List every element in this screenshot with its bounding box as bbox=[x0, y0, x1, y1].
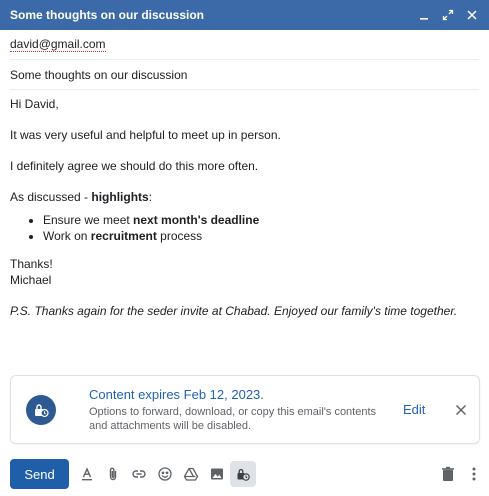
discussed-bold: highlights bbox=[91, 190, 149, 204]
close-icon[interactable] bbox=[449, 398, 473, 422]
bullet-bold: recruitment bbox=[90, 229, 157, 243]
expand-icon[interactable] bbox=[437, 4, 459, 26]
window-title: Some thoughts on our discussion bbox=[10, 8, 205, 22]
to-field[interactable]: david@gmail.com bbox=[10, 30, 479, 60]
list-item: Ensure we meet next month's deadline bbox=[43, 212, 480, 228]
expiry-description: Options to forward, download, or copy th… bbox=[89, 405, 377, 432]
edit-button[interactable]: Edit bbox=[403, 402, 443, 417]
bullet-prefix: Ensure we meet bbox=[43, 213, 134, 227]
insert-photo-icon[interactable] bbox=[204, 461, 230, 487]
body-line-1: It was very useful and helpful to meet u… bbox=[10, 128, 281, 142]
compose-toolbar: Send bbox=[0, 456, 489, 492]
insert-emoji-icon[interactable] bbox=[152, 461, 178, 487]
discussed-prefix: As discussed - bbox=[10, 190, 92, 204]
send-button[interactable]: Send bbox=[10, 459, 69, 489]
expiry-headline: Content expires Feb 12, 2023. bbox=[89, 386, 264, 402]
confidential-mode-icon[interactable] bbox=[230, 461, 256, 487]
signoff: Thanks! bbox=[10, 257, 53, 271]
discussed-line: As discussed - highlights: bbox=[10, 189, 480, 205]
subject-field[interactable]: Some thoughts on our discussion bbox=[10, 60, 479, 90]
list-item: Work on recruitment process bbox=[43, 228, 480, 244]
bullet-prefix: Work on bbox=[43, 229, 91, 243]
confidential-mode-banner: Content expires Feb 12, 2023. Options to… bbox=[10, 375, 480, 444]
subject-input[interactable]: Some thoughts on our discussion bbox=[10, 68, 187, 82]
signature: Thanks! Michael bbox=[10, 256, 480, 288]
formatting-options-icon[interactable] bbox=[74, 461, 100, 487]
body-line-2: I definitely agree we should do this mor… bbox=[10, 159, 259, 173]
compose-titlebar: Some thoughts on our discussion bbox=[0, 0, 489, 30]
insert-link-icon[interactable] bbox=[126, 461, 152, 487]
recipient-chip[interactable]: david@gmail.com bbox=[10, 37, 106, 52]
greeting: Hi David, bbox=[10, 97, 59, 111]
highlights-list: Ensure we meet next month's deadline Wor… bbox=[43, 212, 480, 244]
bullet-suffix: process bbox=[156, 229, 203, 243]
attach-file-icon[interactable] bbox=[100, 461, 126, 487]
timer-lock-icon bbox=[26, 394, 56, 425]
bullet-bold: next month's deadline bbox=[133, 213, 260, 227]
sender-name: Michael bbox=[10, 273, 52, 287]
postscript: P.S. Thanks again for the seder invite a… bbox=[10, 304, 458, 318]
banner-texts: Content expires Feb 12, 2023. Options to… bbox=[89, 387, 389, 433]
minimize-icon[interactable] bbox=[413, 4, 435, 26]
close-icon[interactable] bbox=[461, 4, 483, 26]
more-options-icon[interactable] bbox=[461, 461, 487, 487]
message-body[interactable]: Hi David, It was very useful and helpful… bbox=[10, 96, 480, 334]
discussed-suffix: : bbox=[148, 190, 153, 204]
discard-draft-icon[interactable] bbox=[435, 461, 461, 487]
google-drive-icon[interactable] bbox=[178, 461, 204, 487]
